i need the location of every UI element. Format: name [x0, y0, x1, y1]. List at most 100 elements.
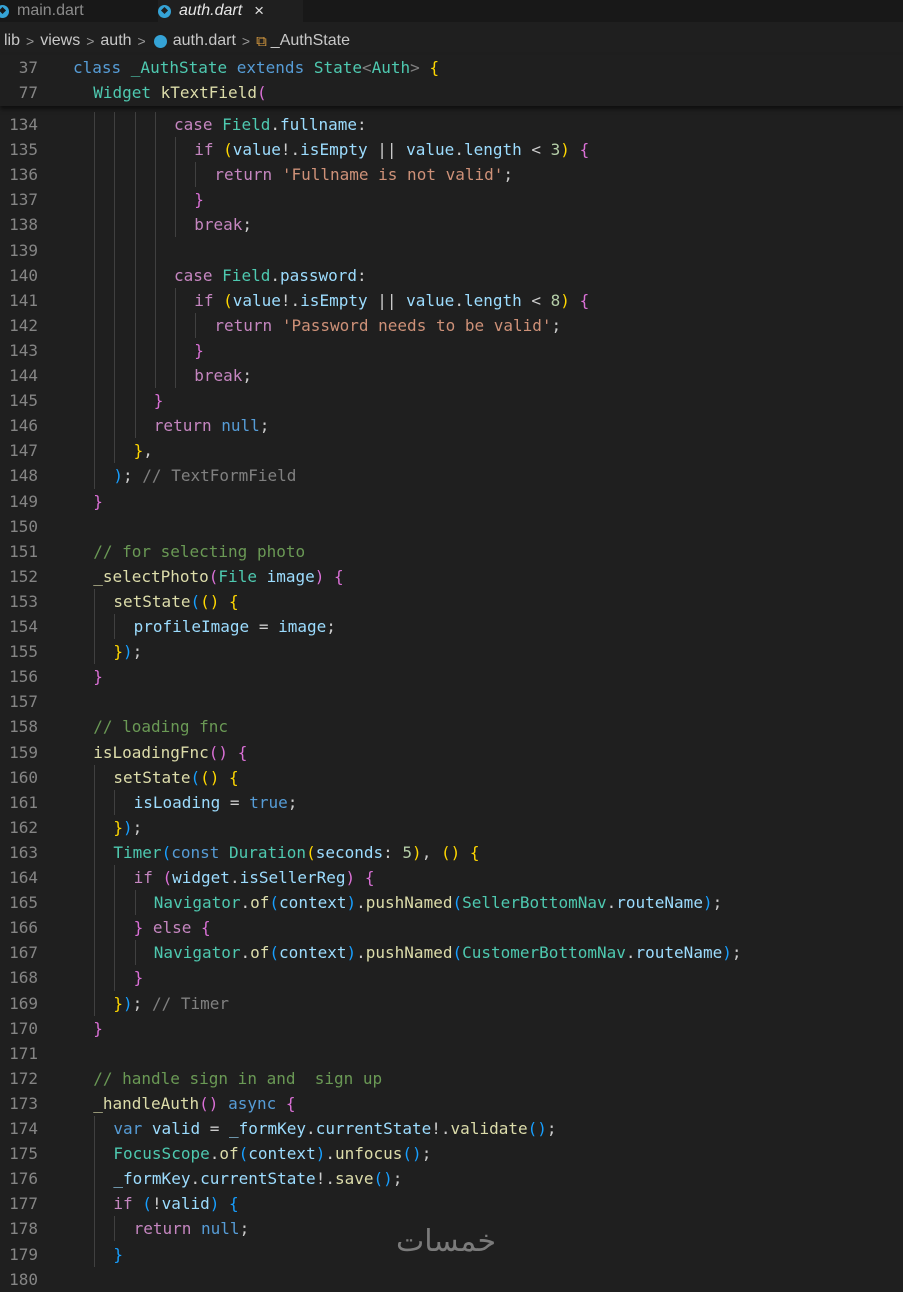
- code-token: kTextField: [160, 83, 257, 103]
- code-text: case Field.password:: [174, 263, 367, 288]
- code-token: profileImage: [133, 617, 259, 636]
- code-line[interactable]: 147},: [0, 438, 903, 463]
- code-line[interactable]: 151 // for selecting photo: [0, 539, 903, 564]
- code-text: // loading fnc: [93, 714, 228, 739]
- code-line[interactable]: 163 Timer(const Duration(seconds: 5), () …: [0, 840, 903, 865]
- code-line[interactable]: 168}: [0, 965, 903, 990]
- breadcrumb-item-views[interactable]: views: [40, 32, 80, 50]
- code-text: isLoadingFnc() {: [93, 740, 247, 765]
- close-icon[interactable]: ×: [254, 1, 264, 21]
- code-line[interactable]: 159 isLoadingFnc() {: [0, 740, 903, 765]
- code-line[interactable]: 175 FocusScope.of(context).unfocus();: [0, 1141, 903, 1166]
- indent-guide: [94, 1116, 96, 1267]
- code-text: Navigator.of(context).pushNamed(SellerBo…: [154, 890, 722, 915]
- code-token: ;: [132, 993, 152, 1013]
- code-token: :: [357, 115, 367, 134]
- line-number: 149: [9, 491, 38, 511]
- code-token: {: [334, 566, 344, 586]
- breadcrumb-item-lib[interactable]: lib: [4, 32, 20, 50]
- code-line[interactable]: 169}); // Timer: [0, 991, 903, 1016]
- code-text: }: [93, 1016, 103, 1041]
- indent-guide: [154, 112, 156, 389]
- breadcrumb-item-auth[interactable]: auth: [100, 32, 131, 50]
- code-token: (: [269, 893, 280, 913]
- code-line[interactable]: 154 profileImage = image;: [0, 614, 903, 639]
- line-number: 162: [9, 817, 38, 837]
- code-token: ): [314, 566, 335, 586]
- code-token: }: [113, 993, 124, 1013]
- line-number: 137: [9, 190, 38, 210]
- code-line[interactable]: 157: [0, 689, 903, 714]
- code-line[interactable]: 37 class _AuthState extends State<Auth> {: [0, 55, 903, 80]
- code-token: (: [223, 140, 233, 160]
- code-line[interactable]: 153 setState(() {: [0, 589, 903, 614]
- indent-guide: [134, 940, 136, 966]
- watermark-logo: خمسات: [396, 1224, 497, 1259]
- code-line[interactable]: 148); // TextFormField: [0, 463, 903, 488]
- code-token: routeName: [635, 943, 723, 963]
- code-text: _selectPhoto(File image) {: [93, 564, 343, 589]
- code-token: break: [194, 366, 243, 385]
- code-token: .: [229, 868, 240, 887]
- code-line[interactable]: 180: [0, 1267, 903, 1292]
- code-token: <: [531, 140, 551, 160]
- code-line[interactable]: 158 // loading fnc: [0, 714, 903, 739]
- line-number: 168: [9, 968, 38, 988]
- code-text: case Field.fullname:: [174, 112, 367, 137]
- tab-auth-dart[interactable]: auth.dart ×: [158, 0, 303, 22]
- code-text: }: [194, 187, 204, 212]
- code-line[interactable]: 166} else {: [0, 915, 903, 940]
- sticky-scroll-header[interactable]: 37 class _AuthState extends State<Auth> {…: [0, 55, 903, 106]
- code-line[interactable]: 77 Widget kTextField(: [0, 80, 903, 105]
- code-token: {: [429, 58, 440, 77]
- code-line[interactable]: 176 _formKey.currentState!.save();: [0, 1166, 903, 1191]
- line-number: 173: [9, 1093, 38, 1113]
- code-line[interactable]: 149}: [0, 489, 903, 514]
- code-token: (: [306, 842, 316, 862]
- code-line[interactable]: 150: [0, 514, 903, 539]
- code-token: currentState: [315, 1119, 432, 1138]
- line-number: 140: [9, 265, 38, 285]
- code-text: }: [113, 1242, 123, 1267]
- code-token: {: [364, 868, 375, 887]
- breadcrumb-item-class[interactable]: _AuthState: [271, 32, 350, 50]
- code-line[interactable]: 177 if (!valid) {: [0, 1191, 903, 1216]
- code-text: profileImage = image;: [134, 614, 336, 639]
- code-token: case: [174, 115, 223, 134]
- code-token: ;: [392, 1169, 403, 1189]
- code-token: .: [325, 1144, 335, 1164]
- line-number: 160: [9, 767, 38, 787]
- code-line[interactable]: 173 _handleAuth() async {: [0, 1091, 903, 1116]
- code-token: _handleAuth: [93, 1093, 200, 1113]
- code-token: .: [209, 1144, 220, 1164]
- breadcrumb-item-file[interactable]: auth.dart: [173, 32, 236, 50]
- code-line[interactable]: 170}: [0, 1016, 903, 1041]
- code-line[interactable]: 160 setState(() {: [0, 765, 903, 790]
- code-line[interactable]: 172 // handle sign in and sign up: [0, 1066, 903, 1091]
- code-line[interactable]: 162});: [0, 815, 903, 840]
- code-line[interactable]: 174 var valid = _formKey.currentState!.va…: [0, 1116, 903, 1141]
- code-token: image: [278, 617, 327, 636]
- code-token: pushNamed: [365, 893, 453, 913]
- line-number: 161: [9, 792, 38, 812]
- code-token: ;: [123, 466, 143, 486]
- code-token: {: [579, 290, 590, 310]
- code-line[interactable]: 155});: [0, 639, 903, 664]
- code-token: (: [223, 290, 233, 310]
- tab-main-dart[interactable]: main.dart: [0, 0, 146, 22]
- code-text: break;: [194, 363, 252, 388]
- code-token: const: [171, 842, 229, 862]
- code-token: ): [345, 868, 365, 887]
- line-number: 159: [9, 742, 38, 762]
- code-line[interactable]: 156}: [0, 664, 903, 689]
- code-line[interactable]: 171: [0, 1041, 903, 1066]
- code-line[interactable]: 161 isLoading = true;: [0, 790, 903, 815]
- code-line[interactable]: 164 if (widget.isSellerReg) {: [0, 865, 903, 890]
- code-token: isEmpty: [300, 140, 378, 160]
- line-number: 141: [9, 290, 38, 310]
- code-token: seconds: [315, 842, 384, 862]
- code-token: ): [560, 290, 580, 310]
- code-token: ||: [377, 290, 407, 310]
- code-token: case: [174, 265, 223, 285]
- code-line[interactable]: 152 _selectPhoto(File image) {: [0, 564, 903, 589]
